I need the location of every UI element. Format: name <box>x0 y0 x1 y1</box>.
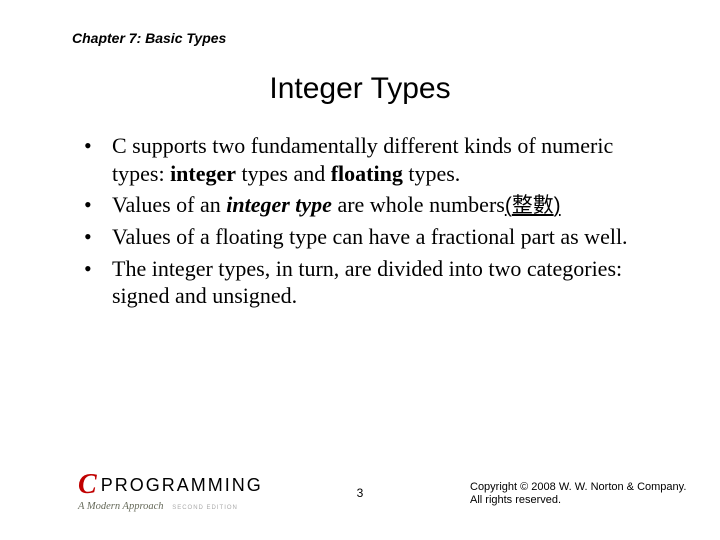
paren-close: ) <box>554 194 561 217</box>
bold-text: integer <box>170 161 236 186</box>
list-item: C supports two fundamentally different k… <box>84 132 664 187</box>
copyright-block: Copyright © 2008 W. W. Norton & Company.… <box>470 481 700 509</box>
list-item: Values of an integer type are whole numb… <box>84 191 664 219</box>
logo-subtitle: A Modern Approach <box>78 501 164 512</box>
list-item: Values of a floating type can have a fra… <box>84 223 664 251</box>
text-run: Values of an <box>112 192 226 217</box>
copyright-line1: Copyright © 2008 W. W. Norton & Company. <box>470 481 700 495</box>
list-item: The integer types, in turn, are divided … <box>84 255 664 310</box>
cjk-annotation: 整數 <box>512 194 554 217</box>
text-run: The integer types, in turn, are divided … <box>112 256 622 309</box>
bullet-list: C supports two fundamentally different k… <box>84 132 664 314</box>
slide: Chapter 7: Basic Types Integer Types C s… <box>0 0 720 540</box>
logo-subtitle-row: A Modern Approach SECOND EDITION <box>78 501 298 512</box>
bold-italic-text: integer type <box>226 192 332 217</box>
text-run: are whole numbers <box>332 192 505 217</box>
copyright-line2: All rights reserved. <box>470 494 700 508</box>
text-run: types. <box>403 161 460 186</box>
paren-open: ( <box>505 194 512 217</box>
slide-title: Integer Types <box>0 72 720 106</box>
logo-edition: SECOND EDITION <box>172 505 238 511</box>
text-run: types and <box>236 161 331 186</box>
bold-text: floating <box>331 161 403 186</box>
chapter-label: Chapter 7: Basic Types <box>72 30 226 46</box>
paren-note: (整數) <box>505 194 561 217</box>
footer: C PROGRAMMING A Modern Approach SECOND E… <box>0 472 720 512</box>
text-run: Values of a floating type can have a fra… <box>112 224 628 249</box>
